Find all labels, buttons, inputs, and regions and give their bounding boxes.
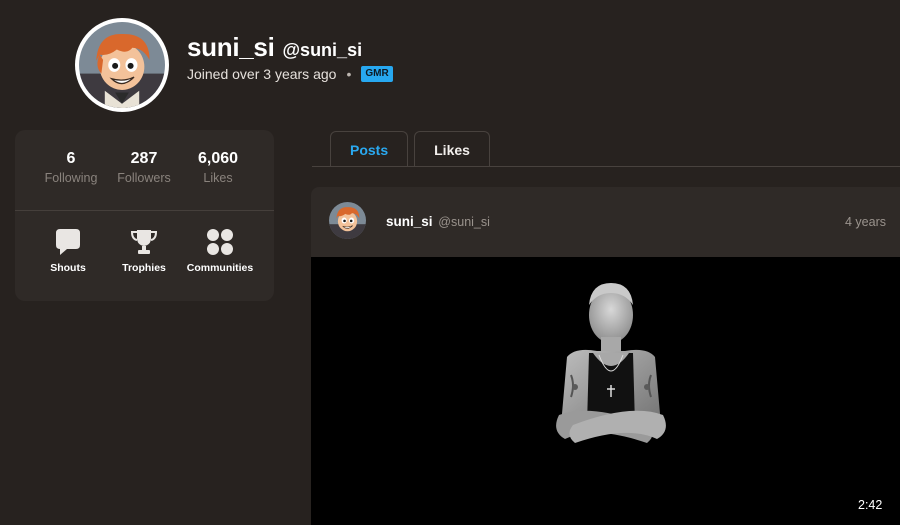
profile-meta: Joined over 3 years ago • GMR xyxy=(187,66,393,82)
stat-value: 6,060 xyxy=(197,150,239,167)
post-header: suni_si @suni_si 4 years xyxy=(311,187,900,257)
stat-label: Followers xyxy=(117,171,171,185)
speech-bubble-icon xyxy=(56,229,80,255)
post-author[interactable]: suni_si @suni_si xyxy=(386,214,490,229)
profile-tabs: Posts Likes xyxy=(330,131,490,167)
meta-separator: • xyxy=(346,66,352,82)
communities-icon xyxy=(207,229,233,255)
post-author-handle: @suni_si xyxy=(438,215,490,229)
name-row: suni_si @suni_si xyxy=(187,32,362,63)
display-name: suni_si xyxy=(187,32,275,62)
stats-card: 6 Following 287 Followers 6,060 Likes Sh… xyxy=(15,130,274,301)
stat-value: 287 xyxy=(130,150,158,167)
stat-value: 6 xyxy=(66,150,76,167)
tab-likes[interactable]: Likes xyxy=(414,131,490,167)
gmr-badge[interactable]: GMR xyxy=(361,66,393,82)
video-duration: 2:42 xyxy=(858,498,883,512)
post-author-avatar[interactable] xyxy=(329,202,366,239)
stat-likes[interactable]: 6,060 Likes xyxy=(178,150,258,185)
stat-following[interactable]: 6 Following xyxy=(31,150,111,185)
person-photo xyxy=(556,283,666,443)
tabs-underline xyxy=(312,166,900,167)
stat-label: Likes xyxy=(203,171,233,185)
communities-button[interactable]: Communities xyxy=(175,228,265,274)
profile-header: suni_si @suni_si Joined over 3 years ago… xyxy=(75,18,675,114)
shortcut-label: Communities xyxy=(186,262,254,274)
joined-text: Joined over 3 years ago xyxy=(187,66,337,82)
video-thumbnail[interactable]: 2:42 xyxy=(311,257,900,525)
post-card[interactable]: suni_si @suni_si 4 years 2:42 xyxy=(311,187,900,525)
profile-avatar[interactable] xyxy=(75,18,169,112)
stat-followers[interactable]: 287 Followers xyxy=(104,150,184,185)
tab-posts[interactable]: Posts xyxy=(330,131,409,167)
post-timestamp[interactable]: 4 years xyxy=(845,215,886,229)
post-author-name: suni_si xyxy=(386,214,433,229)
cartoon-avatar-icon xyxy=(79,22,165,108)
stat-label: Following xyxy=(44,171,98,185)
profile-handle: @suni_si xyxy=(282,40,363,60)
cartoon-avatar-icon xyxy=(329,202,366,239)
trophy-icon xyxy=(131,230,157,254)
stats-divider xyxy=(15,210,274,211)
